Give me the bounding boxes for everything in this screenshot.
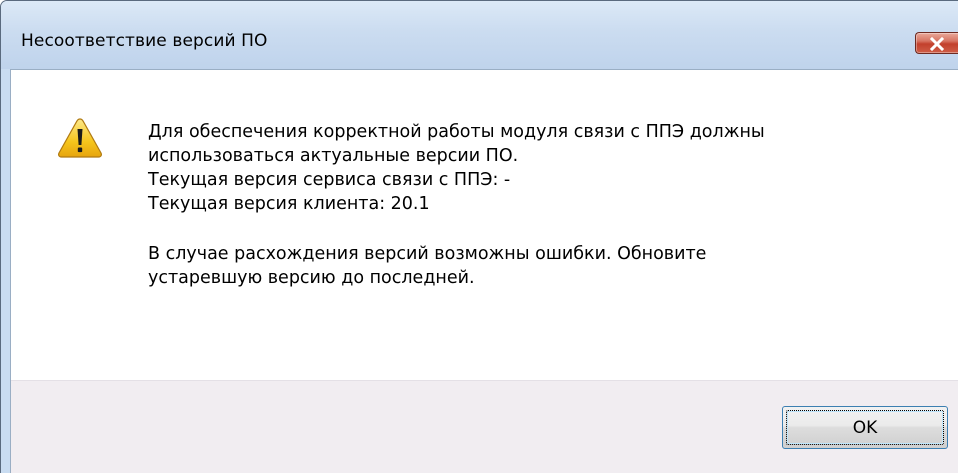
message-spacer bbox=[148, 216, 938, 242]
title-bar[interactable]: Несоответствие версий ПО bbox=[1, 1, 958, 69]
ok-button[interactable]: OK bbox=[782, 406, 948, 449]
close-icon bbox=[929, 37, 945, 51]
ok-button-label: OK bbox=[852, 418, 878, 438]
warning-icon bbox=[57, 117, 103, 159]
message-line: использоваться актуальные версии ПО. bbox=[148, 146, 519, 166]
dialog-window: Несоответствие версий ПО Для обеспечения bbox=[0, 0, 958, 473]
message-line: В случае расхождения версий возможны оши… bbox=[148, 244, 707, 264]
message-line: устаревшую версию до последней. bbox=[148, 268, 475, 288]
message-line: Текущая версия клиента: 20.1 bbox=[148, 194, 430, 214]
message-line: Для обеспечения корректной работы модуля… bbox=[148, 122, 765, 142]
message-line: Текущая версия сервиса связи с ППЭ: - bbox=[148, 170, 511, 190]
window-title: Несоответствие версий ПО bbox=[21, 31, 268, 51]
dialog-message: Для обеспечения корректной работы модуля… bbox=[148, 120, 938, 290]
close-button[interactable] bbox=[915, 32, 958, 54]
